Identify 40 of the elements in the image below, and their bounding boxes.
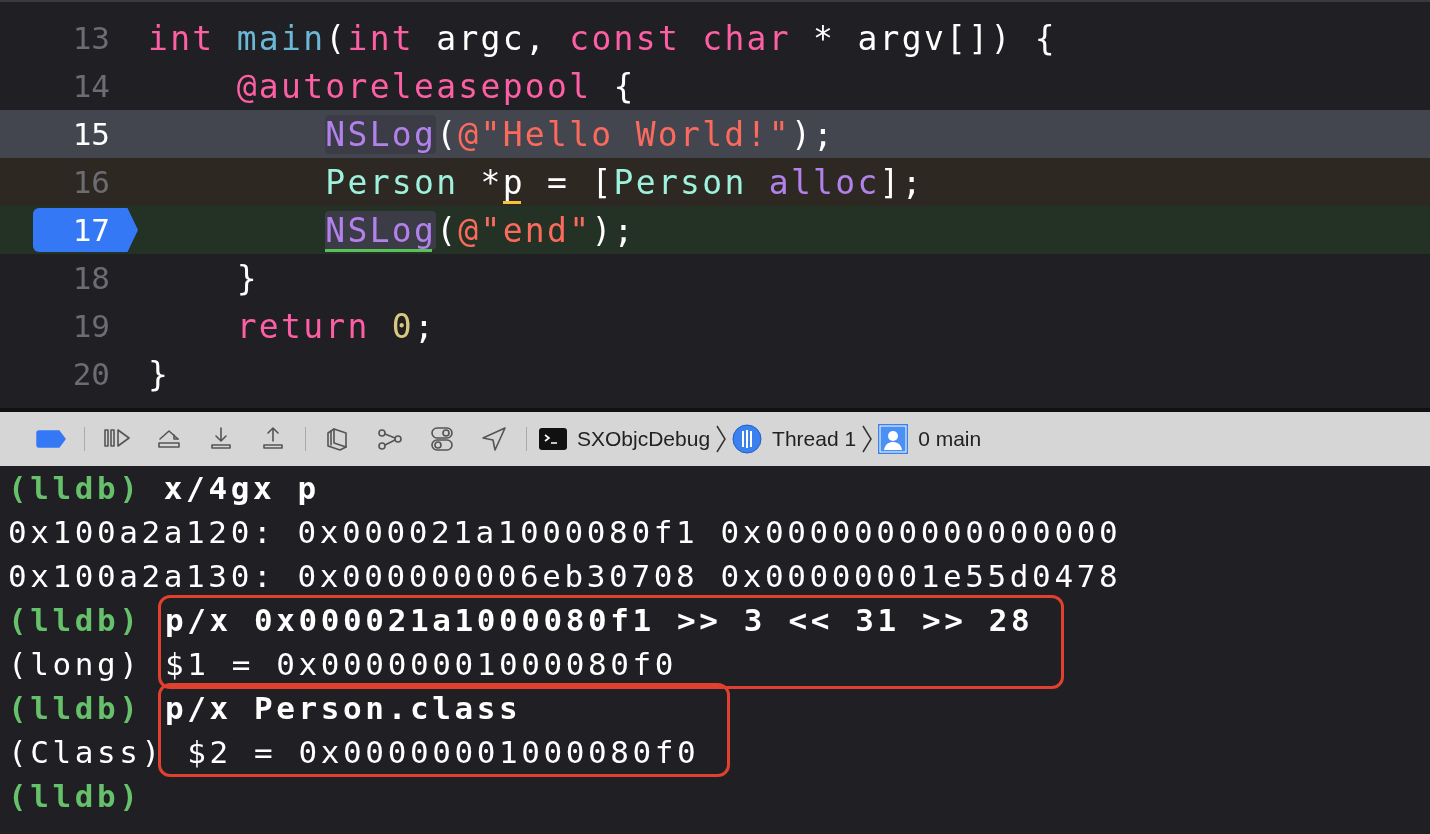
console-command: x/4gx p [162,470,320,506]
chevron-icon [716,425,727,453]
line-number: 19 [72,308,110,344]
console-command: p/x 0x000021a1000080f1 >> 3 << 31 >> 28 [165,602,1034,638]
console-output: $2 = 0x00000001000080f0 [186,734,700,770]
code-text: return 0; [235,306,437,346]
result-type: (Class) [8,734,164,770]
lldb-prompt: (lldb) [8,470,142,506]
chevron-icon [862,425,873,453]
breadcrumb[interactable]: SXObjcDebug [539,427,711,451]
line-number: 13 [72,20,110,56]
terminal-icon [539,428,567,450]
console-output: $1 = 0x00000001000080f0 [165,646,678,682]
person-icon [878,424,909,454]
console-command: p/x Person.class [165,690,522,726]
line-number: 20 [72,356,110,392]
line-number: 15 [72,116,110,152]
line-number: 18 [72,260,110,296]
code-text: int main(int argc, const char * argv[]) { [147,18,1057,58]
breakpoint-toggle-icon[interactable] [36,430,66,448]
lldb-prompt: (lldb) [8,778,142,814]
toggles-icon[interactable] [428,425,456,453]
thread-icon [732,424,763,454]
line-number: 16 [72,164,110,200]
console-output: 0x100a2a120: 0x000021a1000080f1 0x0000000000000000 [8,514,1122,550]
lldb-prompt: (lldb) [8,690,142,726]
lldb-prompt: (lldb) [8,602,142,638]
code-text: Person *p = [Person alloc]; [324,162,924,202]
breakpoint-marker[interactable]: 17 [33,208,138,252]
result-type: (long) [8,646,142,682]
code-text: } [147,354,171,394]
console-output: 0x100a2a130: 0x000000006eb30708 0x00000001e55d0478 [8,558,1122,594]
code-text: @autoreleasepool { [235,66,636,106]
code-text: } [235,258,259,298]
line-number: 14 [72,68,110,104]
breadcrumb[interactable]: Thread 1 [732,424,857,454]
code-text: NSLog(@"Hello World!"); [324,114,836,154]
breadcrumb[interactable]: 0 main [878,424,982,454]
code-text: NSLog(@"end"); [324,210,636,250]
location-arrow-icon[interactable] [480,425,508,453]
